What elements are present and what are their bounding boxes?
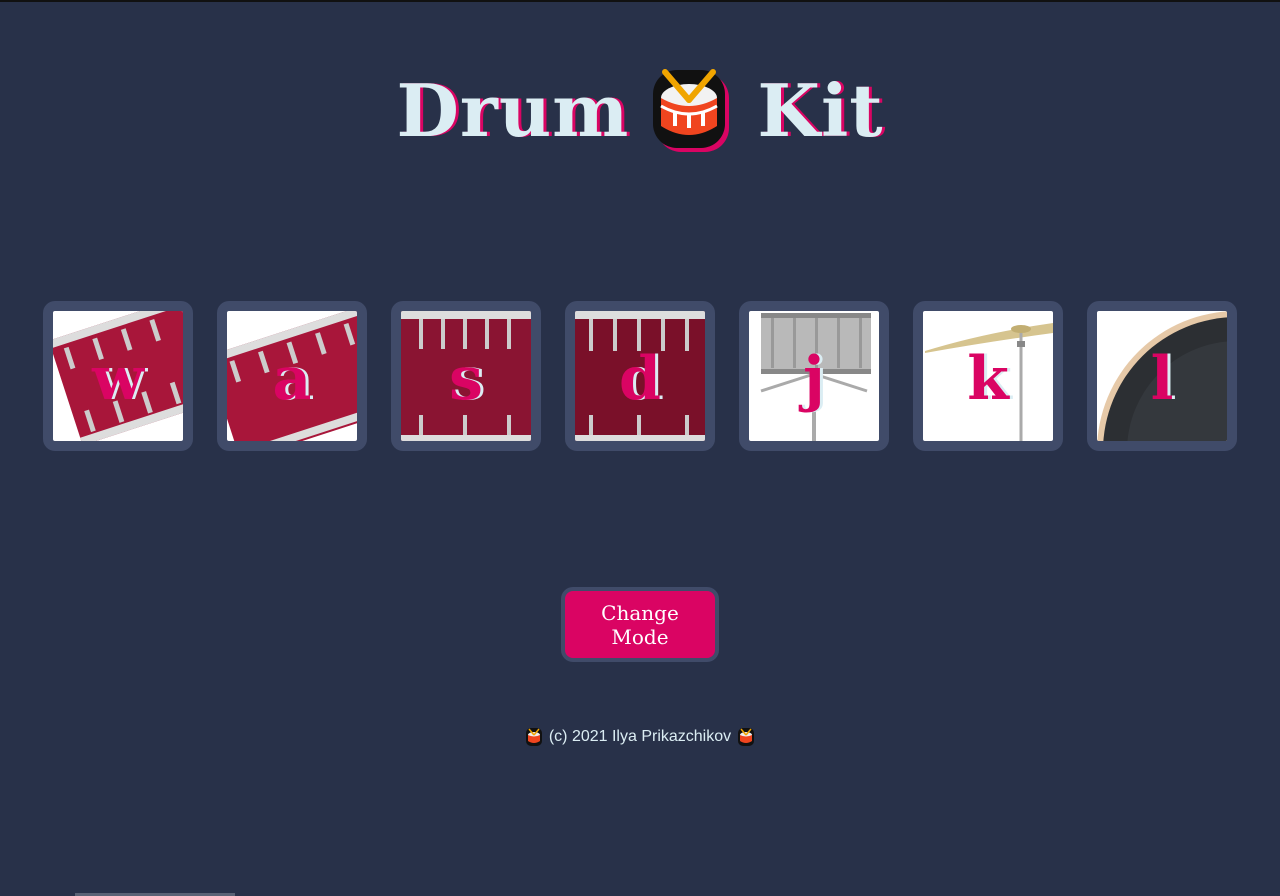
copyright-text: (c) 2021 Ilya Prikazchikov <box>548 728 732 745</box>
pad-key-label: a <box>272 344 312 414</box>
footer: (c) 2021 Ilya Prikazchikov <box>0 727 1280 747</box>
drum-pad-d[interactable]: d <box>565 301 715 451</box>
pad-key-label: l <box>1150 344 1174 414</box>
drum-pad-k[interactable]: k <box>913 301 1063 451</box>
pad-key-label: k <box>967 344 1009 414</box>
pad-key-label: j <box>803 344 825 414</box>
title-right-text: Kit <box>757 67 884 153</box>
pad-key-label: w <box>92 344 144 414</box>
change-mode-button[interactable]: Change Mode <box>561 587 719 662</box>
drum-pad-l[interactable]: l <box>1087 301 1237 451</box>
drum-pad-j[interactable]: j <box>739 301 889 451</box>
drum-icon <box>651 64 735 156</box>
title-left-text: Drum <box>396 67 630 153</box>
pad-key-label: s <box>449 344 483 414</box>
page-title: Drum Kit <box>0 64 1280 156</box>
drum-pad-s[interactable]: s <box>391 301 541 451</box>
drum-icon <box>525 727 543 747</box>
drum-pad-w[interactable]: w <box>43 301 193 451</box>
drum-icon <box>737 727 755 747</box>
drum-pad-a[interactable]: a <box>217 301 367 451</box>
pad-key-label: d <box>619 344 661 414</box>
drum-pads: w a s d j k l <box>43 301 1237 451</box>
